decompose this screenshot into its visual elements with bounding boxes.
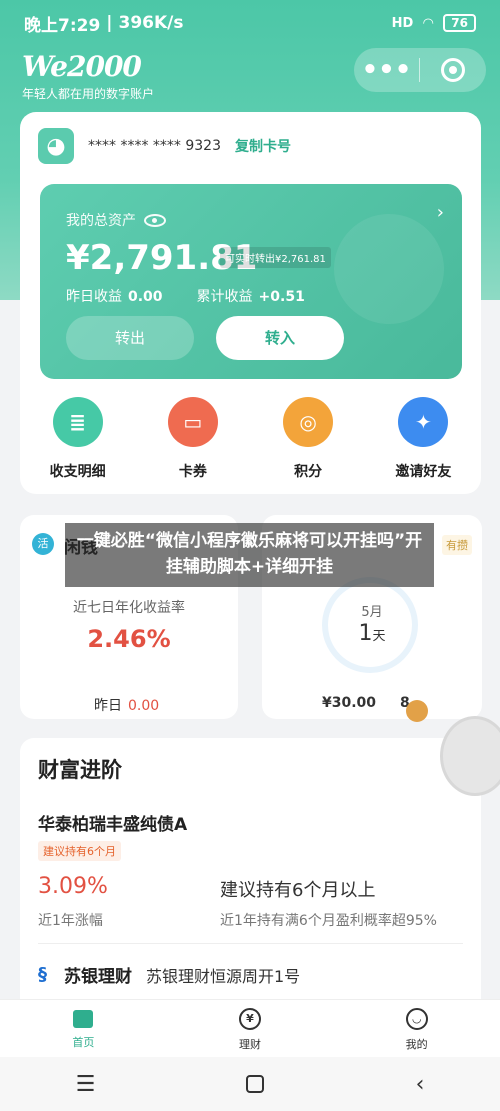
tab-label: 我的 — [405, 1038, 428, 1051]
mascot-face — [440, 716, 500, 796]
ring-day-value: 1 — [358, 621, 373, 646]
status-separator: | — [106, 13, 113, 33]
spare-cash-yesterday: 昨日 0.00 — [94, 695, 159, 715]
total-assets-label: 我的总资产 — [66, 210, 166, 230]
bank-product-name: 苏银理财恒源周开1号 — [146, 966, 301, 986]
home-square-icon[interactable] — [246, 1075, 265, 1093]
tab-bar: 首页 ¥ 理财 ◡ 我的 — [0, 999, 500, 1057]
battery-icon: 76 — [443, 14, 476, 32]
total-yield-label: 累计收益 — [196, 289, 253, 305]
status-speed: 396K/s — [118, 13, 184, 33]
handshake-icon: ✦ — [398, 397, 449, 447]
savings-tag: 有攒 — [442, 535, 472, 555]
product-name[interactable]: 华泰柏瑞丰盛纯债A — [38, 810, 187, 835]
quick-label: 邀请好友 — [395, 464, 452, 480]
cat-avatar-icon: ◕ — [38, 128, 74, 164]
product-rate: 3.09% — [38, 874, 108, 899]
total-assets-label-text: 我的总资产 — [66, 213, 136, 229]
suyin-logo-icon: § — [38, 963, 47, 985]
huo-badge-icon: 活 — [32, 533, 54, 555]
cat-mascot-icon[interactable] — [406, 700, 500, 812]
wealth-section-title: 财富进阶 — [38, 758, 122, 782]
status-icons: HD ◠ 76 — [392, 14, 476, 32]
divider — [38, 943, 463, 944]
tab-label: 首页 — [72, 1036, 95, 1049]
ring-day: 1天 — [262, 621, 482, 646]
miniprogram-capsule: ••• — [354, 48, 486, 92]
tab-label: 理财 — [239, 1038, 261, 1051]
chevron-right-icon[interactable]: › — [437, 202, 444, 223]
yesterday-yield: 昨日收益 0.00 — [66, 286, 163, 306]
wealth-advance-card: 财富进阶 华泰柏瑞丰盛纯债A 建议持有6个月 3.09% 近1年涨幅 建议持有6… — [20, 738, 481, 1018]
quick-item-points[interactable]: ◎ 积分 — [258, 397, 358, 481]
product-tag: 建议持有6个月 — [38, 841, 121, 861]
quick-label: 收支明细 — [49, 464, 106, 480]
brand: We2000 年轻人都在用的数字账户 — [22, 50, 154, 102]
account-card: ◕ **** **** **** 9323 复制卡号 我的总资产 › ¥2,79… — [20, 112, 481, 494]
product-hold: 建议持有6个月以上 — [220, 880, 376, 901]
bank-product-row[interactable]: § 苏银理财 苏银理财恒源周开1号 — [38, 962, 300, 987]
ticket-icon: ▭ — [167, 397, 218, 447]
menu-icon[interactable]: ☰ — [76, 1072, 96, 1097]
seven-day-yield-rate: 2.46% — [87, 625, 171, 653]
account-row: ◕ **** **** **** 9323 复制卡号 — [38, 128, 291, 164]
more-button[interactable]: ••• — [354, 48, 419, 92]
tab-wealth[interactable]: ¥ 理财 — [167, 1000, 334, 1057]
product-hold-label: 近1年持有满6个月盈利概率超95% — [220, 913, 437, 929]
quick-label: 卡券 — [178, 464, 207, 480]
network-label: HD — [391, 15, 414, 31]
seven-day-yield-label: 近七日年化收益率 — [73, 600, 185, 616]
system-nav-bar: ☰ ‹ — [0, 1057, 500, 1111]
target-icon — [440, 58, 465, 82]
status-bar: 晚上7:29 | 396K/s HD ◠ 76 — [0, 0, 500, 46]
transfer-in-button[interactable]: 转入 — [216, 316, 344, 360]
yen-icon: ¥ — [239, 1008, 261, 1030]
brand-slogan: 年轻人都在用的数字账户 — [22, 87, 155, 101]
overlay-banner-text: 一键必胜“微信小程序徽乐麻将可以开挂吗”开挂辅助脚本+详细开挂 — [65, 523, 434, 587]
quick-item-invite[interactable]: ✦ 邀请好友 — [373, 397, 473, 481]
ring-day-unit: 天 — [372, 629, 386, 644]
yesterday-yield-value: 0.00 — [128, 289, 163, 305]
bank-name: 苏银理财 — [64, 967, 132, 987]
total-assets-card[interactable]: 我的总资产 › ¥2,791.81 可实时转出¥2,761.81 昨日收益 0.0… — [40, 184, 462, 379]
close-miniprogram-button[interactable] — [420, 58, 485, 82]
savings-amount: ¥30.00 8 — [322, 695, 410, 711]
tab-home[interactable]: 首页 — [0, 1000, 167, 1057]
yield-row: 昨日收益 0.00 累计收益 +0.51 — [66, 286, 305, 306]
transfer-out-button[interactable]: 转出 — [66, 316, 194, 360]
total-yield: 累计收益 +0.51 — [197, 286, 305, 306]
paw-watermark-icon — [334, 214, 444, 324]
paw-icon — [406, 700, 428, 722]
brand-logo: We2000 — [22, 50, 142, 83]
clipboard-icon: ≣ — [52, 397, 103, 447]
total-yield-value: +0.51 — [258, 289, 305, 305]
card-number: **** **** **** 9323 — [88, 138, 221, 154]
savings-amount-value: ¥30.00 — [322, 695, 377, 711]
user-icon: ◡ — [405, 1008, 428, 1030]
coins-icon: ◎ — [283, 397, 334, 447]
quick-item-coupons[interactable]: ▭ 卡券 — [143, 397, 243, 481]
eye-icon[interactable] — [144, 213, 166, 227]
wifi-icon: ◠ — [423, 15, 434, 31]
copy-card-number-link[interactable]: 复制卡号 — [235, 136, 291, 156]
quick-item-statement[interactable]: ≣ 收支明细 — [28, 397, 128, 481]
home-icon — [73, 1010, 94, 1028]
ring-month: 5月 — [361, 605, 383, 620]
status-time: 晚上7:29 — [24, 15, 101, 36]
quick-label: 积分 — [294, 464, 323, 480]
product-rate-label: 近1年涨幅 — [38, 913, 103, 929]
quick-actions: ≣ 收支明细 ▭ 卡券 ◎ 积分 ✦ 邀请好友 — [20, 397, 481, 481]
tab-mine[interactable]: ◡ 我的 — [333, 1000, 500, 1057]
withdrawable-tag: 可实时转出¥2,761.81 — [220, 247, 331, 268]
spare-cash-yesterday-label: 昨日 — [94, 698, 122, 714]
yesterday-yield-label: 昨日收益 — [66, 289, 122, 305]
spare-cash-yesterday-value: 0.00 — [128, 698, 160, 714]
back-icon[interactable]: ‹ — [416, 1072, 425, 1097]
